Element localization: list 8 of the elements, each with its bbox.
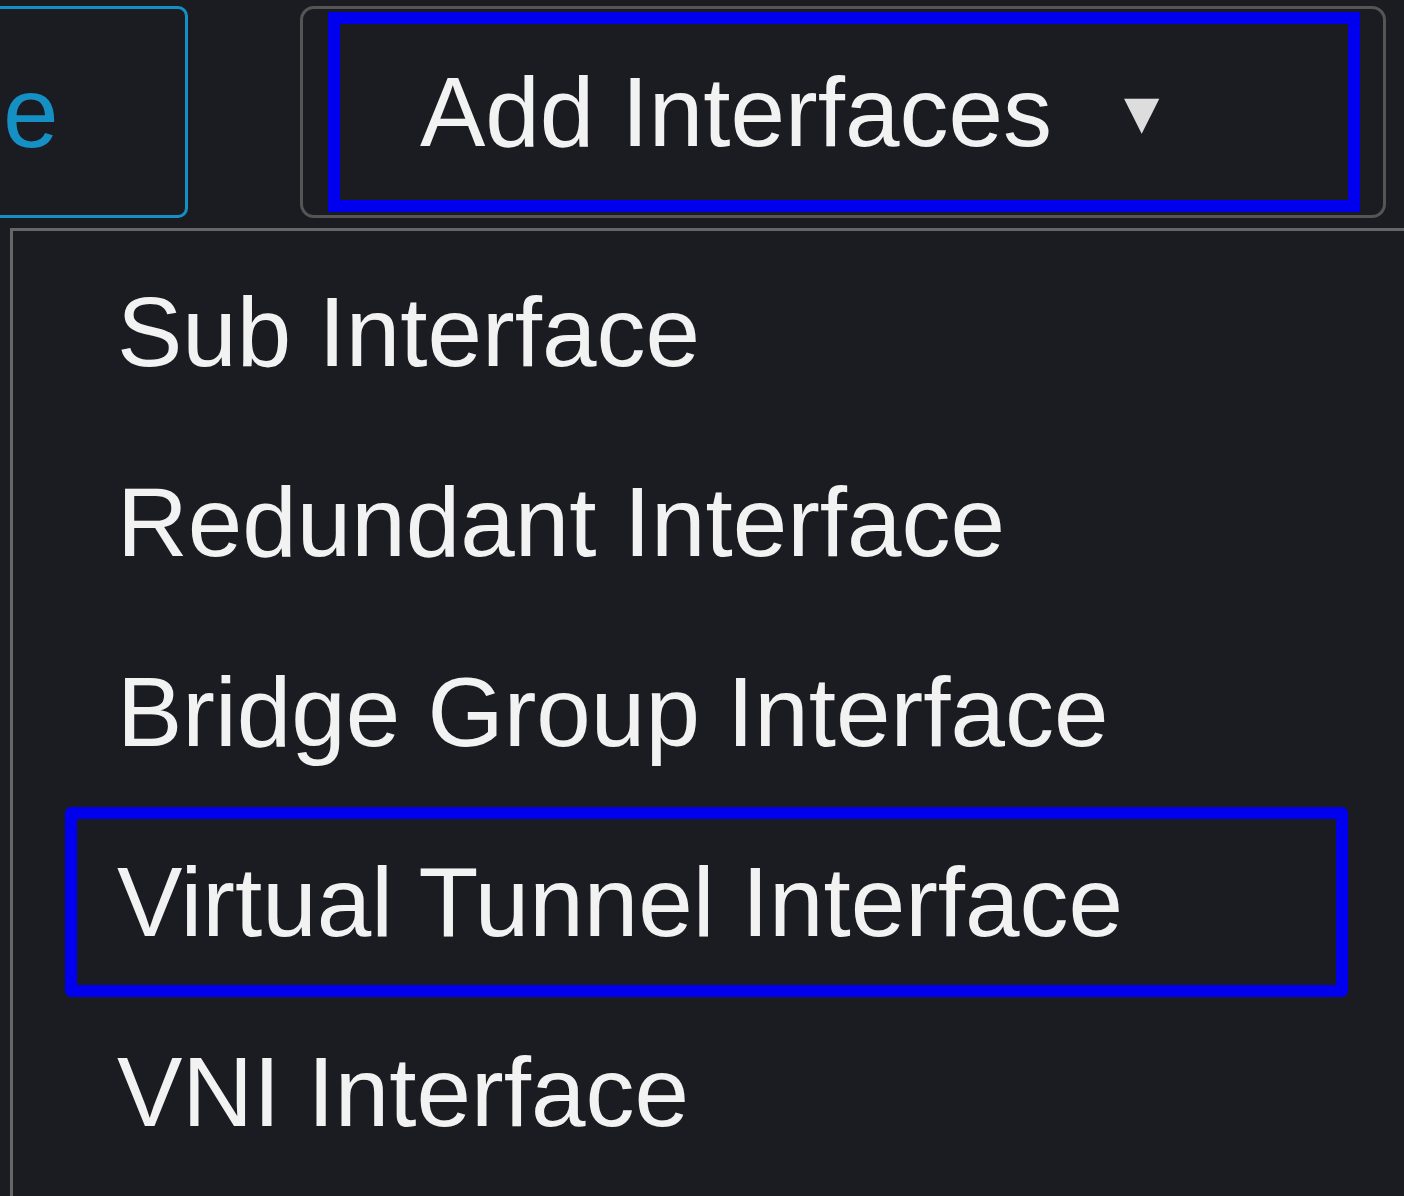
menu-item[interactable]: Sub Interface: [65, 237, 1348, 427]
menu-item[interactable]: Redundant Interface: [65, 427, 1348, 617]
caret-icon: ▼: [1111, 77, 1172, 147]
menu-item[interactable]: Bridge Group Interface: [65, 617, 1348, 807]
menu-item[interactable]: VNI Interface: [65, 997, 1348, 1187]
menu-item[interactable]: Virtual Tunnel Interface: [65, 807, 1348, 997]
partial-button[interactable]: e: [0, 6, 188, 218]
add-interfaces-button[interactable]: Add Interfaces ▼: [328, 12, 1360, 212]
